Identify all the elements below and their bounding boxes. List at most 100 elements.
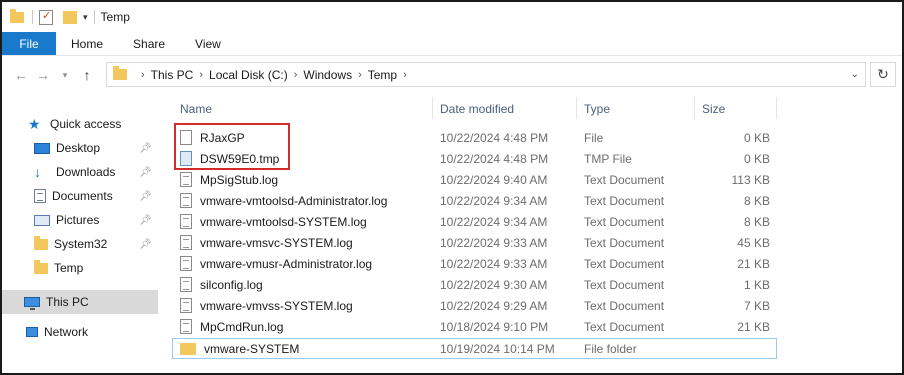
file-date: 10/22/2024 9:29 AM bbox=[440, 298, 548, 313]
folder-icon bbox=[34, 259, 48, 274]
sidebar-item-network[interactable]: Network bbox=[2, 320, 158, 344]
sidebar-item-label: Downloads bbox=[56, 165, 116, 179]
this-pc-icon bbox=[24, 297, 40, 310]
text-file-icon bbox=[180, 298, 192, 313]
chevron-down-icon[interactable]: ⌄ bbox=[851, 69, 859, 80]
file-row[interactable]: vmware-vmusr-Administrator.log 10/22/202… bbox=[172, 253, 777, 274]
file-row[interactable]: MpCmdRun.log 10/18/2024 9:10 PM Text Doc… bbox=[172, 316, 777, 337]
forward-arrow-icon[interactable]: → bbox=[32, 67, 54, 83]
file-date: 10/22/2024 9:34 AM bbox=[440, 214, 548, 229]
properties-icon[interactable] bbox=[39, 9, 53, 25]
column-divider[interactable] bbox=[694, 97, 695, 119]
file-name: MpCmdRun.log bbox=[200, 319, 284, 334]
sidebar-item-temp[interactable]: Temp bbox=[2, 256, 158, 280]
file-size: 8 KB bbox=[743, 214, 770, 229]
back-arrow-icon[interactable]: ← bbox=[10, 67, 32, 83]
text-file-icon bbox=[180, 172, 192, 187]
sidebar-item-system32[interactable]: System32 📌︎ bbox=[2, 232, 158, 256]
chevron-right-icon[interactable]: › bbox=[199, 69, 203, 81]
tab-home[interactable]: Home bbox=[56, 32, 118, 55]
file-size bbox=[702, 338, 770, 359]
file-size: 0 KB bbox=[743, 151, 770, 166]
navigation-pane: ★ Quick access Desktop 📌︎ ↓ Downloads 📌︎… bbox=[2, 94, 160, 373]
pin-icon: 📌︎ bbox=[139, 166, 152, 178]
column-header-name[interactable]: Name bbox=[180, 94, 212, 124]
sidebar-item-downloads[interactable]: ↓ Downloads 📌︎ bbox=[2, 160, 158, 184]
sidebar-item-label: Quick access bbox=[50, 117, 122, 131]
breadcrumb-windows[interactable]: Windows bbox=[303, 68, 352, 82]
folder-icon bbox=[180, 342, 196, 355]
breadcrumb-this-pc[interactable]: This PC bbox=[151, 68, 194, 82]
column-divider[interactable] bbox=[576, 97, 577, 119]
sidebar-item-label: Documents bbox=[52, 189, 113, 203]
file-date: 10/22/2024 9:33 AM bbox=[440, 256, 548, 271]
file-row[interactable]: vmware-SYSTEM 10/19/2024 10:14 PM File f… bbox=[172, 338, 777, 359]
file-size: 1 KB bbox=[743, 277, 770, 292]
refresh-icon: ↻ bbox=[877, 66, 889, 82]
sidebar-item-quick-access[interactable]: ★ Quick access bbox=[2, 112, 158, 136]
file-type: Text Document bbox=[584, 256, 665, 271]
file-type: Text Document bbox=[584, 235, 665, 250]
file-row[interactable]: vmware-vmsvc-SYSTEM.log 10/22/2024 9:33 … bbox=[172, 232, 777, 253]
file-name: vmware-SYSTEM bbox=[204, 341, 300, 356]
breadcrumb-local-disk[interactable]: Local Disk (C:) bbox=[209, 68, 288, 82]
tab-view[interactable]: View bbox=[180, 32, 236, 55]
file-row[interactable]: vmware-vmvss-SYSTEM.log 10/22/2024 9:29 … bbox=[172, 295, 777, 316]
recent-locations-icon[interactable]: ▾ bbox=[54, 70, 76, 81]
new-folder-icon[interactable] bbox=[63, 10, 77, 24]
column-divider[interactable] bbox=[432, 97, 433, 119]
download-icon: ↓ bbox=[34, 164, 41, 180]
column-header-date-modified[interactable]: Date modified bbox=[440, 94, 514, 124]
chevron-right-icon[interactable]: › bbox=[403, 69, 407, 81]
address-bar[interactable]: › This PC › Local Disk (C:) › Windows › … bbox=[106, 62, 866, 87]
file-type: Text Document bbox=[584, 214, 665, 229]
sidebar-item-this-pc[interactable]: This PC bbox=[2, 290, 158, 314]
file-name: vmware-vmvss-SYSTEM.log bbox=[200, 298, 353, 313]
refresh-button[interactable]: ↻ bbox=[870, 62, 896, 87]
sidebar-item-label: This PC bbox=[46, 295, 89, 309]
toolbar-divider bbox=[32, 10, 33, 24]
file-type: TMP File bbox=[584, 151, 632, 166]
sidebar-item-label: System32 bbox=[54, 237, 108, 251]
customize-toolbar-icon[interactable]: ▾ bbox=[83, 12, 88, 23]
file-date: 10/22/2024 9:40 AM bbox=[440, 172, 548, 187]
up-arrow-icon[interactable]: ↑ bbox=[76, 67, 98, 83]
file-type: Text Document bbox=[584, 172, 665, 187]
file-size: 45 KB bbox=[737, 235, 770, 250]
documents-icon bbox=[34, 189, 46, 203]
file-row[interactable]: vmware-vmtoolsd-Administrator.log 10/22/… bbox=[172, 190, 777, 211]
text-file-icon bbox=[180, 319, 192, 334]
column-header-type[interactable]: Type bbox=[584, 94, 610, 124]
file-type: File bbox=[584, 130, 604, 145]
file-name: vmware-vmtoolsd-Administrator.log bbox=[200, 193, 388, 208]
text-file-icon bbox=[180, 235, 192, 250]
file-row[interactable]: MpSigStub.log 10/22/2024 9:40 AM Text Do… bbox=[172, 169, 777, 190]
chevron-right-icon[interactable]: › bbox=[294, 69, 298, 81]
tab-file[interactable]: File bbox=[2, 32, 56, 55]
file-row[interactable]: vmware-vmtoolsd-SYSTEM.log 10/22/2024 9:… bbox=[172, 211, 777, 232]
highlight-annotation-box bbox=[174, 123, 290, 170]
sidebar-item-label: Desktop bbox=[56, 141, 101, 155]
text-file-icon bbox=[180, 193, 192, 208]
file-type: Text Document bbox=[584, 193, 665, 208]
folder-icon bbox=[113, 66, 127, 80]
chevron-right-icon[interactable]: › bbox=[141, 69, 145, 81]
file-date: 10/22/2024 4:48 PM bbox=[440, 151, 549, 166]
sidebar-item-desktop[interactable]: Desktop 📌︎ bbox=[2, 136, 158, 160]
file-size: 0 KB bbox=[743, 130, 770, 145]
column-divider[interactable] bbox=[776, 97, 777, 119]
window-title: Temp bbox=[100, 10, 130, 24]
text-file-icon bbox=[180, 277, 192, 292]
column-header-size[interactable]: Size bbox=[702, 94, 725, 124]
pin-icon: 📌︎ bbox=[139, 142, 152, 154]
tab-share[interactable]: Share bbox=[118, 32, 180, 55]
pin-icon: 📌︎ bbox=[139, 214, 152, 226]
sidebar-item-label: Pictures bbox=[56, 213, 100, 227]
pictures-icon bbox=[34, 214, 50, 226]
sidebar-item-documents[interactable]: Documents 📌︎ bbox=[2, 184, 158, 208]
file-date: 10/18/2024 9:10 PM bbox=[440, 319, 549, 334]
chevron-right-icon[interactable]: › bbox=[358, 69, 362, 81]
file-row[interactable]: silconfig.log 10/22/2024 9:30 AM Text Do… bbox=[172, 274, 777, 295]
sidebar-item-pictures[interactable]: Pictures 📌︎ bbox=[2, 208, 158, 232]
breadcrumb-temp[interactable]: Temp bbox=[368, 68, 397, 82]
